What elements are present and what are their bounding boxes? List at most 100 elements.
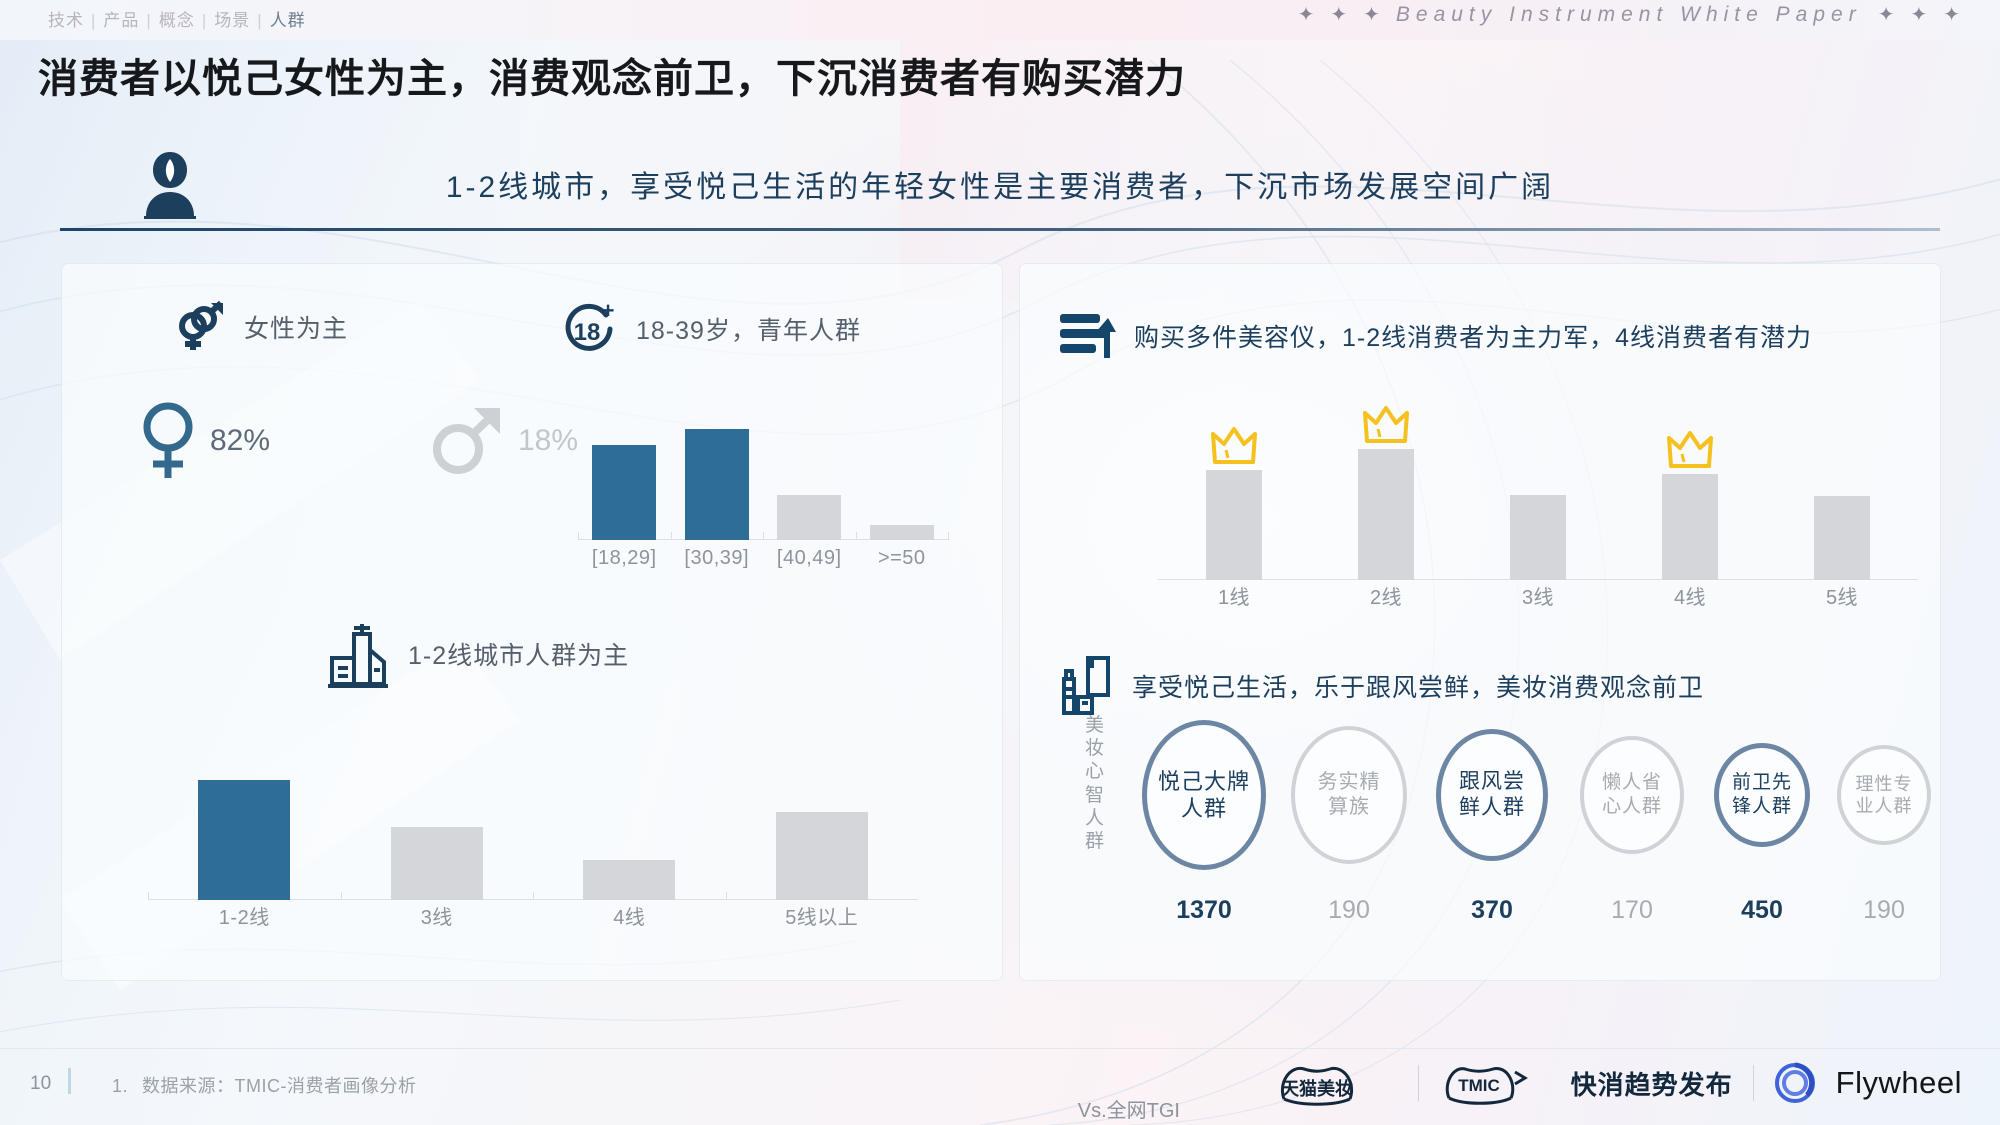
bar-column [726, 812, 919, 900]
city-header-label: 1-2线城市人群为主 [408, 642, 630, 670]
footnote: 1. 数据来源：TMIC-消费者画像分析 [112, 1072, 417, 1098]
tgi-value: 370 [1471, 896, 1513, 924]
x-label: 5线以上 [785, 907, 859, 929]
sparkle-icon: ✦ [1297, 4, 1315, 26]
sparkle-icon: ✦ [1330, 4, 1348, 26]
breadcrumb-separator: | [257, 11, 263, 30]
city-buildings-icon [328, 624, 388, 688]
crown-icon [1211, 427, 1257, 464]
chart-x-labels: [18,29] [30,39] [40,49] >=50 [578, 547, 948, 570]
bar-column [148, 780, 341, 900]
banner-divider [60, 228, 1940, 231]
chart-x-labels: 1-2线 3线 4线 5线以上 [148, 901, 918, 930]
tgi-value: 170 [1611, 896, 1653, 924]
sparkle-icon: ✦ [1877, 4, 1895, 26]
bar-column [1614, 431, 1766, 580]
tgi-label-line1: 跟风尝 [1459, 769, 1525, 793]
banner-text: 1-2线城市，享受悦己生活的年轻女性是主要消费者，下沉市场发展空间广阔 [445, 171, 1555, 204]
gender-male: 18% [430, 403, 578, 479]
brand-title: Beauty Instrument White Paper [1395, 2, 1862, 26]
gender-symbol-icon [179, 300, 224, 350]
bar-tier-3 [390, 827, 483, 900]
bar-column [763, 495, 856, 540]
bar-tier-5-plus [775, 812, 868, 900]
tgi-label-line2: 锋人群 [1731, 796, 1792, 817]
tgi-vertical-label: 美妆心智人群 [1084, 715, 1105, 852]
page-number-accent [68, 1068, 71, 1094]
tgi-circle-lixing[interactable]: 理性专 业人群 [1837, 745, 1931, 845]
bar-tier-4 [1662, 474, 1718, 580]
tgi-value: 1370 [1176, 896, 1232, 924]
footnote-index: 1. [112, 1076, 129, 1096]
tgi-label-line1: 悦己大牌 [1157, 768, 1250, 794]
tgi-value: 190 [1863, 896, 1905, 924]
tgi-circle-wushi[interactable]: 务实精 算族 [1291, 726, 1407, 864]
x-label: 5线 [1825, 587, 1859, 609]
gender-header-row: 女性为主 [174, 300, 348, 354]
breadcrumb-item-tech[interactable]: 技术 [48, 11, 84, 30]
bar-30-39 [684, 429, 749, 540]
bar-column [1158, 427, 1310, 580]
x-label: [40,49] [776, 547, 842, 569]
x-label: 4线 [613, 907, 646, 929]
male-percentage: 18% [518, 424, 579, 457]
tgi-cell: 前卫先 锋人群 [1700, 743, 1824, 847]
x-label: 4线 [1673, 587, 1707, 609]
breadcrumb-separator: | [146, 11, 152, 30]
city-header-row: 1-2线城市人群为主 [326, 620, 629, 688]
tgi-circle-qianwei[interactable]: 前卫先 锋人群 [1714, 743, 1810, 847]
bar-tier-4 [583, 860, 676, 900]
eighteen-plus-icon: 18 + [565, 300, 614, 351]
tgi-value: 190 [1328, 896, 1370, 924]
x-label: 1线 [1217, 587, 1251, 609]
svg-text:18: 18 [574, 319, 601, 346]
sparkle-icon: ✦ [1363, 4, 1380, 26]
tgi-circle-lanren[interactable]: 懒人省 心人群 [1580, 736, 1684, 854]
x-label: [18,29] [591, 547, 657, 569]
breadcrumb-item-audience[interactable]: 人群 [270, 11, 306, 30]
flywheel-logo-icon [1774, 1062, 1815, 1103]
tgi-value: 450 [1741, 896, 1783, 924]
tgi-label-line2: 鲜人群 [1459, 796, 1525, 819]
bar-column [533, 860, 726, 900]
tgi-circle-yueji[interactable]: 悦己大牌 人群 [1142, 720, 1266, 870]
breadcrumb-separator: | [201, 11, 208, 30]
logo-divider [1417, 1065, 1419, 1101]
bar-18-29 [592, 445, 657, 540]
x-label: 3线 [420, 907, 453, 929]
breadcrumb-item-product[interactable]: 产品 [103, 11, 139, 30]
tgi-cell: 懒人省 心人群 [1564, 736, 1700, 854]
tmall-beauty-logo: 天猫美妆 [1281, 1066, 1353, 1106]
gender-header-label: 女性为主 [244, 315, 349, 343]
breadcrumb-item-concept[interactable]: 概念 [159, 11, 195, 30]
mindset-header-label: 享受悦己生活，乐于跟风尝鲜，美妆消费观念前卫 [1132, 674, 1705, 702]
bar-column [1462, 495, 1614, 580]
bar-tier-5 [1814, 496, 1870, 580]
tgi-label-line2: 业人群 [1855, 796, 1913, 816]
female-percentage: 82% [210, 424, 271, 457]
tgi-label-line1: 理性专 [1855, 773, 1913, 794]
tgi-cell: 务实精 算族 [1278, 726, 1420, 864]
bar-column [341, 827, 534, 900]
multi-purchase-chart: 1线 2线 3线 4线 5线 [1158, 400, 1918, 610]
x-label: 1-2线 [218, 907, 270, 929]
brand-watermark: ✦ ✦ ✦ Beauty Instrument White Paper ✦ ✦ … [1298, 2, 1960, 27]
tgi-chart: 美妆心智人群 悦己大牌 人群 务实精 算族 跟风尝鲜人群 懒人省 心人群 前卫先 锋人群 [1078, 700, 1938, 1122]
tmic-logo: TMIC [1445, 1067, 1528, 1105]
age-header-label: 18-39岁，青年人群 [636, 317, 861, 345]
tgi-label-line2: 人群 [1180, 796, 1227, 821]
tgi-circle-genfeng[interactable]: 跟风尝 鲜人群 [1436, 729, 1548, 861]
male-symbol-icon [433, 408, 500, 474]
sparkle-icon: ✦ [1943, 4, 1960, 26]
female-symbol-icon [143, 402, 193, 478]
sparkle-icon: ✦ [1910, 4, 1928, 26]
gender-female: 82% [140, 400, 370, 482]
tgi-cell: 理性专 业人群 [1824, 745, 1944, 845]
tgi-axis-label: Vs.全网TGI [1077, 1100, 1180, 1122]
tgi-label-line1: 懒人省 [1601, 772, 1662, 794]
bar-tier-2 [1358, 449, 1414, 580]
x-label: [30,39] [684, 547, 750, 569]
breadcrumb-item-scene[interactable]: 场景 [214, 11, 250, 30]
bar-column [856, 525, 949, 540]
bar-up-arrow-icon [1060, 314, 1116, 358]
